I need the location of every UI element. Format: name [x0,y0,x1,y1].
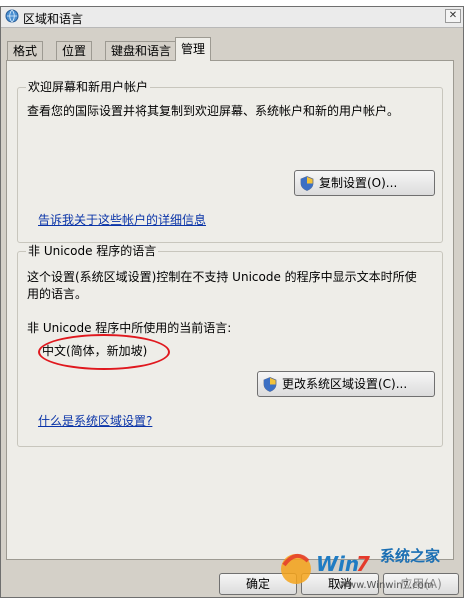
accounts-info-link[interactable]: 告诉我关于这些帐户的详细信息 [38,211,206,228]
tab-keyboard-language[interactable]: 键盘和语言 [105,41,178,60]
highlight-circle [38,334,170,370]
group-title: 非 Unicode 程序的语言 [26,244,159,258]
non-unicode-description-line2: 用的语言。 [27,287,88,301]
copy-settings-button[interactable]: 复制设置(O)... [294,170,435,196]
group-title: 欢迎屏幕和新用户帐户 [26,80,151,94]
welcome-description: 查看您的国际设置并将其复制到欢迎屏幕、系统帐户和新的用户帐户。 [27,104,400,118]
tab-format[interactable]: 格式 [7,41,44,60]
welcome-screen-group: 欢迎屏幕和新用户帐户 查看您的国际设置并将其复制到欢迎屏幕、系统帐户和新的用户帐… [17,80,443,243]
shield-icon [300,176,314,191]
tab-strip: 格式 位置 键盘和语言 管理 [7,37,463,61]
tab-location[interactable]: 位置 [56,41,93,60]
tab-panel: 欢迎屏幕和新用户帐户 查看您的国际设置并将其复制到欢迎屏幕、系统帐户和新的用户帐… [6,60,454,560]
globe-icon [5,9,19,23]
svg-text:Win: Win [316,552,359,576]
tab-administrative[interactable]: 管理 [175,37,212,61]
window-title: 区域和语言 [23,12,84,26]
shield-icon [263,377,277,392]
change-system-locale-button[interactable]: 更改系统区域设置(C)... [257,371,435,397]
svg-text:7: 7 [356,552,370,576]
title-bar[interactable]: 区域和语言 ✕ [1,7,463,28]
close-button[interactable]: ✕ [445,9,461,23]
change-system-locale-label: 更改系统区域设置(C)... [282,377,408,391]
watermark-url: Www.Winwin7.com [338,580,434,591]
watermark-brand: 系统之家 [380,547,441,565]
non-unicode-description-line1: 这个设置(系统区域设置)控制在不支持 Unicode 的程序中显示文本时所使 [27,270,417,284]
copy-settings-label: 复制设置(O)... [319,176,398,190]
region-language-dialog: 区域和语言 ✕ 格式 位置 键盘和语言 管理 欢迎屏幕和新用户帐户 查看您的国际… [0,6,464,598]
what-is-system-locale-link[interactable]: 什么是系统区域设置? [38,412,152,429]
